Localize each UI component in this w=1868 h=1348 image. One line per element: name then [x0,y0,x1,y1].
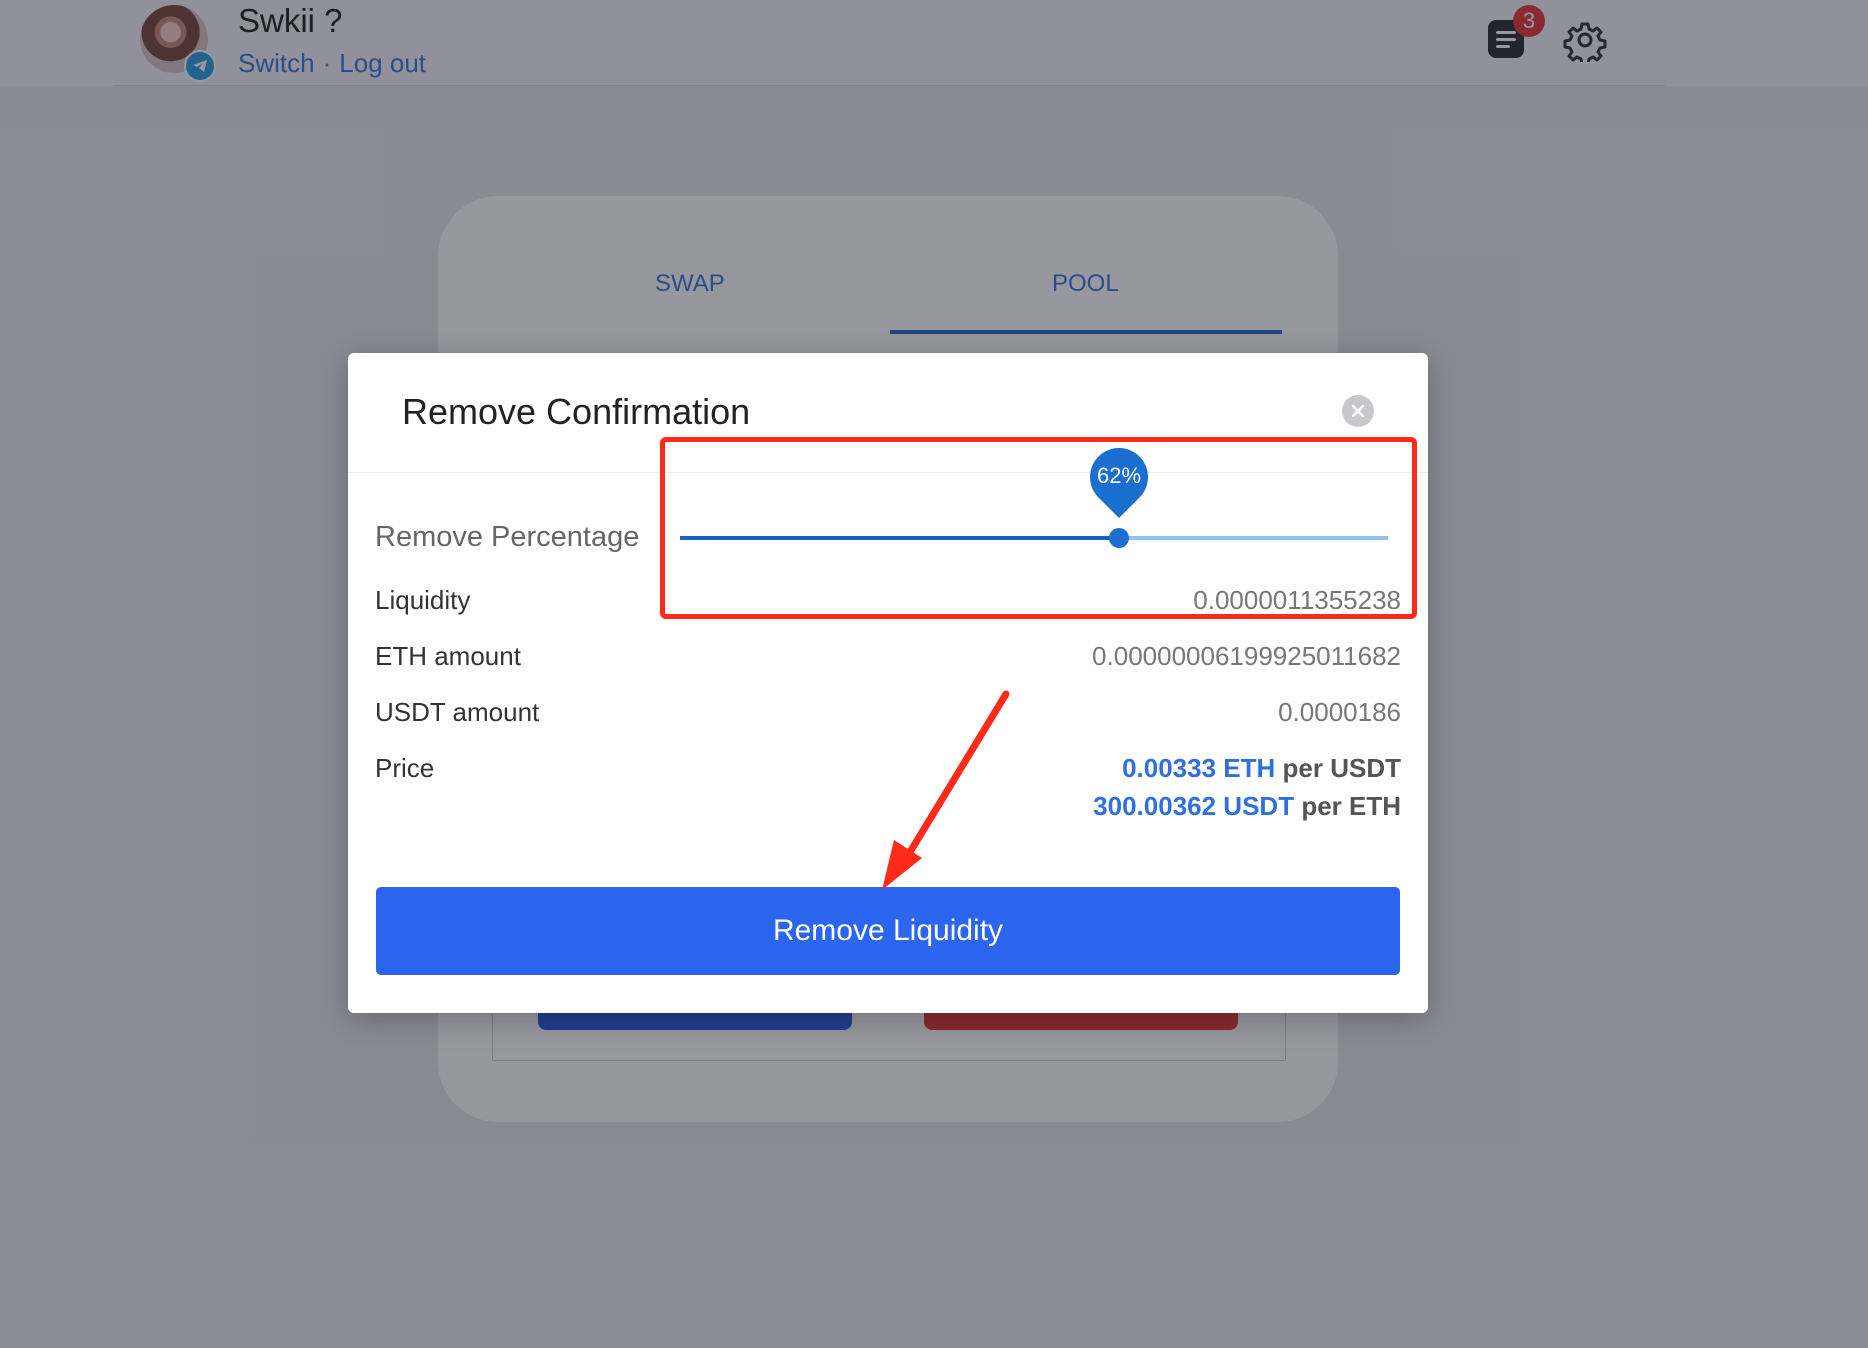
price-label: Price [375,753,435,783]
eth-amount-value: 0.00000006199925011682 [1092,641,1401,671]
remove-liquidity-button[interactable]: Remove Liquidity [376,887,1400,975]
eth-amount-label: ETH amount [375,641,521,671]
price-eth-suffix: per USDT [1282,753,1401,783]
price-eth-value: 0.00333 ETH [1122,753,1276,783]
price-eth-per-usdt: 0.00333 ETH per USDT [1122,753,1401,784]
remove-percentage-label: Remove Percentage [375,521,640,553]
price-usdt-suffix: per ETH [1301,791,1401,821]
liquidity-value: 0.0000011355238 [1193,585,1401,615]
price-usdt-per-eth: 300.00362 USDT per ETH [1093,791,1401,822]
annotation-arrow-icon [882,690,1010,890]
usdt-amount-label: USDT amount [375,697,540,727]
usdt-amount-value: 0.0000186 [1278,697,1401,727]
price-usdt-value: 300.00362 USDT [1093,791,1295,821]
liquidity-label: Liquidity [375,585,471,615]
